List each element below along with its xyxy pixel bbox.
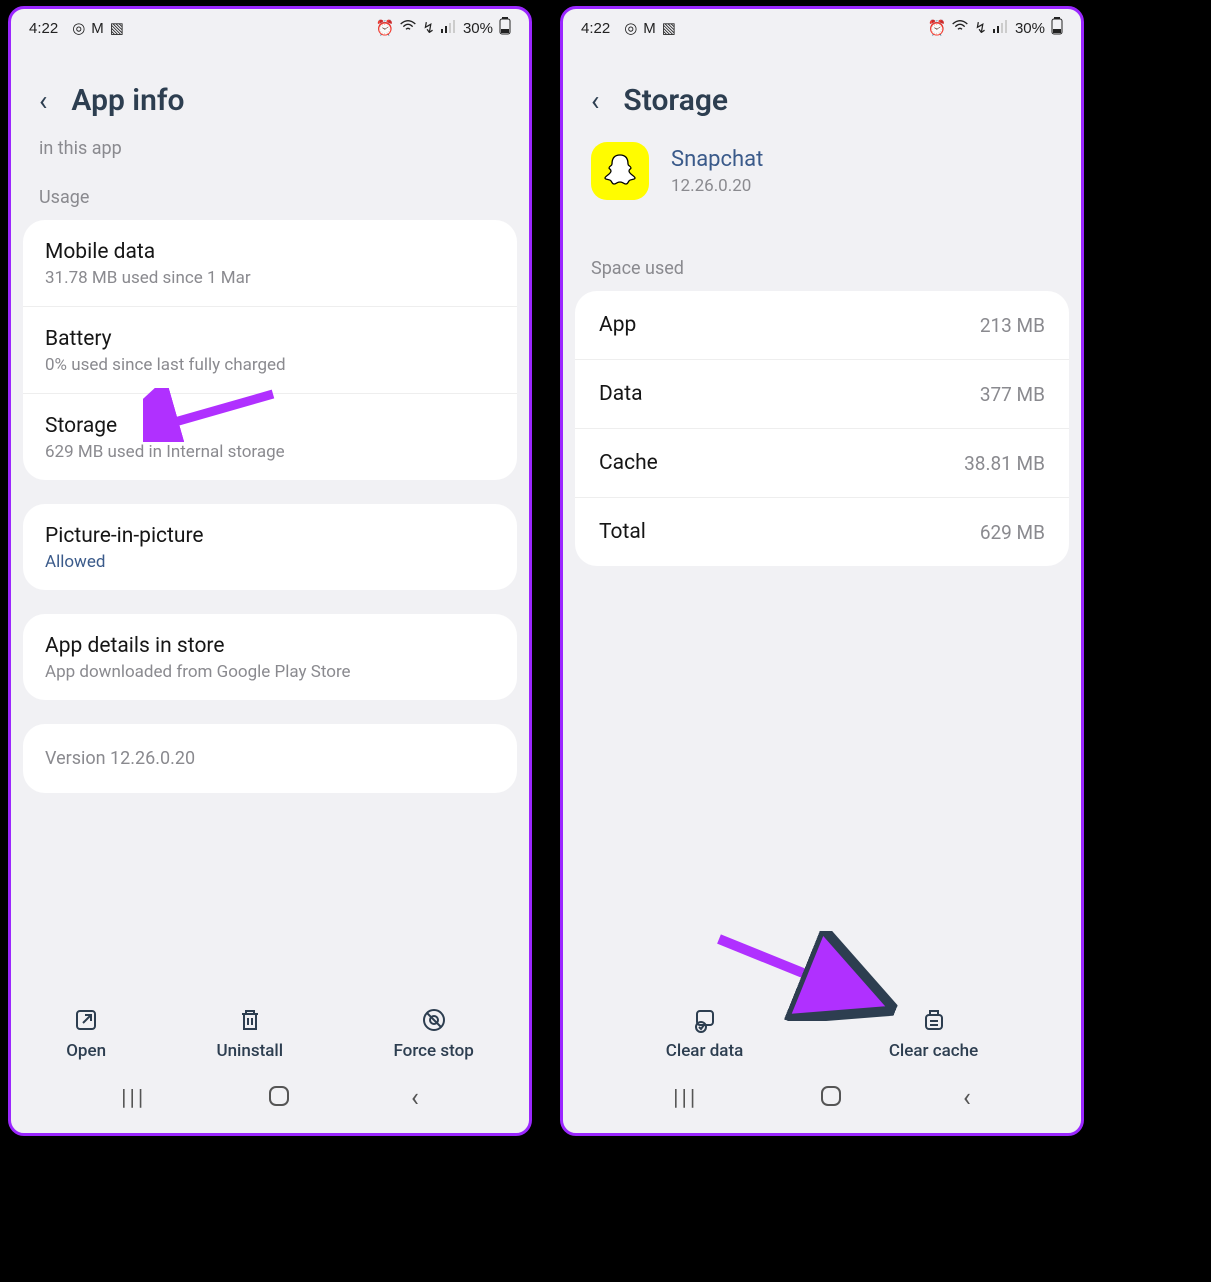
signal-icon (441, 19, 457, 37)
row-sub: 0% used since last fully charged (45, 355, 495, 375)
kv-key: App (599, 313, 636, 337)
status-time: 4:22 (581, 20, 610, 37)
row-store[interactable]: App details in store App downloaded from… (23, 614, 517, 700)
nav-back-icon[interactable]: ‹ (963, 1083, 971, 1113)
row-title: App details in store (45, 634, 495, 658)
action-label: Uninstall (216, 1041, 283, 1061)
kv-key: Data (599, 382, 643, 406)
row-title: Storage (45, 414, 495, 438)
row-pip[interactable]: Picture-in-picture Allowed (23, 504, 517, 590)
volte-icon: ↯ (422, 19, 435, 37)
row-title: Picture-in-picture (45, 524, 495, 548)
alarm-icon: ⏰ (928, 19, 947, 37)
status-bar: 4:22 ◎ M ▧ ⏰ ↯ 30% (11, 9, 529, 43)
app-name: Snapchat (671, 147, 763, 172)
status-time: 4:22 (29, 20, 58, 37)
action-label: Open (66, 1041, 106, 1061)
section-space-used: Space used (563, 240, 1081, 291)
app-version: 12.26.0.20 (671, 176, 763, 196)
kv-val: 629 MB (980, 521, 1045, 544)
store-card: App details in store App downloaded from… (23, 614, 517, 700)
nav-bar: ||| ‹ (563, 1073, 1081, 1123)
back-button[interactable]: ‹ (591, 84, 599, 117)
row-title: Mobile data (45, 240, 495, 264)
version-card: Version 12.26.0.20 (23, 724, 517, 793)
nav-home-icon[interactable] (267, 1084, 291, 1112)
row-sub: 629 MB used in Internal storage (45, 442, 495, 462)
gallery-icon: ▧ (662, 19, 676, 37)
kv-val: 38.81 MB (964, 452, 1045, 475)
app-header: Snapchat 12.26.0.20 (563, 142, 1081, 240)
battery-icon (1051, 17, 1063, 39)
row-title: Battery (45, 327, 495, 351)
section-usage: Usage (11, 169, 529, 220)
row-storage[interactable]: Storage 629 MB used in Internal storage (23, 394, 517, 480)
cutoff-text: in this app (11, 138, 529, 169)
wifi-icon (400, 19, 416, 37)
page-title: Storage (623, 83, 728, 118)
nav-recents-icon[interactable]: ||| (673, 1086, 698, 1111)
row-sub: App downloaded from Google Play Store (45, 662, 495, 682)
gmail-icon: M (91, 20, 104, 37)
kv-val: 213 MB (980, 314, 1045, 337)
action-label: Clear data (666, 1041, 744, 1061)
back-button[interactable]: ‹ (39, 84, 47, 117)
action-label: Clear cache (889, 1041, 978, 1061)
kv-key: Cache (599, 451, 658, 475)
phone-right: 4:22 ◎ M ▧ ⏰ ↯ 30% ‹ Storage (560, 6, 1084, 1136)
battery-percent: 30% (463, 20, 493, 37)
kv-key: Total (599, 520, 646, 544)
clear-cache-button[interactable]: Clear cache (889, 1007, 978, 1061)
open-button[interactable]: Open (66, 1007, 106, 1061)
space-card: App 213 MB Data 377 MB Cache 38.81 MB To… (575, 291, 1069, 566)
page-title: App info (71, 83, 184, 118)
alarm-icon: ⏰ (376, 19, 395, 37)
instagram-icon: ◎ (624, 19, 637, 37)
clear-data-button[interactable]: Clear data (666, 1007, 744, 1061)
battery-icon (499, 17, 511, 39)
pip-card: Picture-in-picture Allowed (23, 504, 517, 590)
signal-icon (993, 19, 1009, 37)
nav-bar: ||| ‹ (11, 1073, 529, 1123)
snapchat-icon (591, 142, 649, 200)
action-bar: Clear data Clear cache (563, 993, 1081, 1075)
row-app[interactable]: App 213 MB (575, 291, 1069, 360)
uninstall-button[interactable]: Uninstall (216, 1007, 283, 1061)
volte-icon: ↯ (974, 19, 987, 37)
nav-recents-icon[interactable]: ||| (121, 1086, 146, 1111)
wifi-icon (952, 19, 968, 37)
nav-back-icon[interactable]: ‹ (411, 1083, 419, 1113)
usage-card: Mobile data 31.78 MB used since 1 Mar Ba… (23, 220, 517, 480)
phone-left: 4:22 ◎ M ▧ ⏰ ↯ 30% ‹ App info in this ap… (8, 6, 532, 1136)
status-bar: 4:22 ◎ M ▧ ⏰ ↯ 30% (563, 9, 1081, 43)
force-stop-button[interactable]: Force stop (393, 1007, 473, 1061)
nav-home-icon[interactable] (819, 1084, 843, 1112)
gmail-icon: M (643, 20, 656, 37)
row-data[interactable]: Data 377 MB (575, 360, 1069, 429)
instagram-icon: ◎ (72, 19, 85, 37)
kv-val: 377 MB (980, 383, 1045, 406)
action-bar: Open Uninstall Force stop (11, 993, 529, 1075)
gallery-icon: ▧ (110, 19, 124, 37)
action-label: Force stop (393, 1041, 473, 1061)
row-total[interactable]: Total 629 MB (575, 498, 1069, 566)
battery-percent: 30% (1015, 20, 1045, 37)
row-sub: Allowed (45, 552, 495, 572)
row-battery[interactable]: Battery 0% used since last fully charged (23, 307, 517, 394)
row-mobile-data[interactable]: Mobile data 31.78 MB used since 1 Mar (23, 220, 517, 307)
row-cache[interactable]: Cache 38.81 MB (575, 429, 1069, 498)
row-sub: 31.78 MB used since 1 Mar (45, 268, 495, 288)
